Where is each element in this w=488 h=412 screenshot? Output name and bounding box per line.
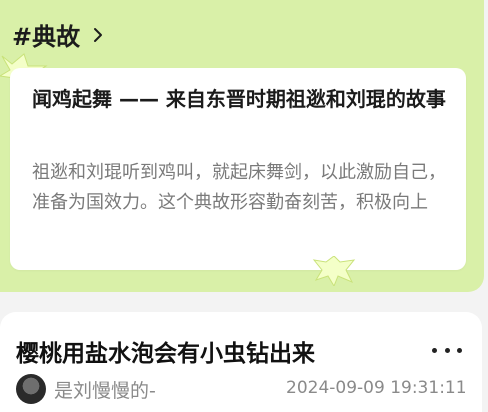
more-icon-dot xyxy=(432,347,437,353)
author-name[interactable]: 是刘慢慢的- xyxy=(54,376,156,403)
chevron-right-icon xyxy=(94,28,103,42)
post-title[interactable]: 樱桃用盐水泡会有小虫钻出来 xyxy=(16,334,315,368)
more-icon-dot xyxy=(457,347,462,353)
post-card[interactable]: 樱桃用盐水泡会有小虫钻出来 是刘慢慢的- 2024-09-09 19:31:11 xyxy=(0,312,482,412)
allusion-topic-link[interactable]: #典故 xyxy=(12,16,106,52)
avatar[interactable] xyxy=(16,374,46,404)
more-options-button[interactable] xyxy=(432,340,462,360)
allusion-content: 闻鸡起舞 —— 来自东晋时期祖逖和刘琨的故事 祖逖和刘琨听到鸡叫，就起床舞剑，以… xyxy=(10,68,466,270)
allusion-topic-label: #典故 xyxy=(12,22,81,51)
sparkle-icon xyxy=(312,256,356,286)
allusion-card[interactable]: #典故 闻鸡起舞 —— 来自东晋时期祖逖和刘琨的故事 祖逖和刘琨听到鸡叫，就起床… xyxy=(0,0,484,292)
allusion-description: 祖逖和刘琨听到鸡叫，就起床舞剑，以此激励自己，准备为国效力。这个典故形容勤奋刻苦… xyxy=(32,162,446,213)
allusion-title: 闻鸡起舞 —— 来自东晋时期祖逖和刘琨的故事 xyxy=(32,87,446,111)
more-icon-dot xyxy=(444,347,450,353)
post-timestamp: 2024-09-09 19:31:11 xyxy=(286,378,467,398)
